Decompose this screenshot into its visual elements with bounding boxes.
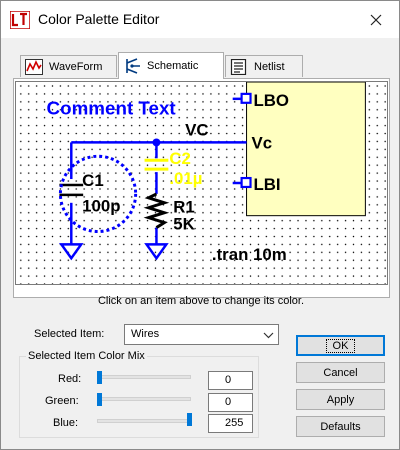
close-button[interactable] — [353, 1, 399, 38]
c2-value[interactable]: .01µ — [169, 169, 202, 188]
tab-netlist-label: Netlist — [254, 60, 285, 73]
net-label-vc[interactable]: VC — [185, 120, 208, 139]
apply-button[interactable]: Apply — [296, 389, 385, 410]
red-value-input[interactable]: 0 — [208, 371, 253, 390]
pin-label-lbi[interactable]: LBI — [253, 175, 280, 194]
wire-junction[interactable] — [152, 138, 161, 147]
pin-label-lbo[interactable]: LBO — [253, 91, 289, 110]
r1-value[interactable]: 5K — [173, 215, 195, 234]
pin-lbi[interactable] — [240, 176, 252, 189]
waveform-icon — [25, 58, 43, 75]
green-slider-track[interactable] — [97, 397, 191, 401]
green-slider-thumb[interactable] — [97, 393, 102, 406]
red-label: Red: — [58, 373, 82, 385]
window-title: Color Palette Editor — [38, 11, 160, 27]
cancel-button[interactable]: Cancel — [296, 362, 385, 383]
selected-item-dropdown[interactable]: Wires — [124, 324, 279, 345]
c1-reference[interactable]: C1 — [82, 171, 104, 190]
green-value-input[interactable]: 0 — [208, 393, 253, 412]
chevron-down-icon — [263, 332, 274, 339]
selected-item-label: Selected Item: — [34, 328, 105, 340]
selected-item-value: Wires — [131, 328, 160, 340]
blue-slider-thumb[interactable] — [187, 413, 192, 426]
blue-value-input[interactable]: 255 — [208, 414, 253, 433]
title-bar: Color Palette Editor — [1, 1, 399, 38]
ok-button[interactable]: OK — [296, 335, 385, 356]
red-slider-track[interactable] — [97, 375, 191, 379]
hint-text: Click on an item above to change its col… — [97, 295, 305, 307]
c1-value[interactable]: 100p — [82, 197, 120, 216]
tab-schematic[interactable]: Schematic — [118, 52, 224, 79]
green-label: Green: — [45, 395, 79, 407]
netlist-icon — [230, 58, 247, 75]
c2-reference[interactable]: C2 — [169, 149, 191, 168]
defaults-button[interactable]: Defaults — [296, 416, 385, 437]
spice-directive[interactable]: .tran 10m — [212, 245, 287, 264]
ok-button-label: OK — [325, 338, 356, 353]
tab-netlist[interactable]: Netlist — [225, 55, 303, 77]
tab-waveform[interactable]: WaveForm — [20, 55, 117, 77]
ltspice-app-icon — [10, 11, 30, 29]
schematic-icon — [126, 58, 140, 74]
close-icon — [370, 14, 382, 25]
tab-schematic-label: Schematic — [147, 60, 199, 72]
pin-lbo[interactable] — [240, 92, 252, 104]
schematic-preview[interactable]: Comment Text VC Vc LBO LBI C1 100p C2 .0… — [15, 81, 388, 285]
red-slider-thumb[interactable] — [97, 371, 102, 384]
pin-label-vc[interactable]: Vc — [252, 133, 273, 152]
comment-text[interactable]: Comment Text — [47, 98, 177, 119]
color-mix-title: Selected Item Color Mix — [26, 350, 147, 362]
blue-slider-track[interactable] — [97, 419, 191, 423]
color-palette-editor-dialog: Color Palette Editor WaveForm Schematic … — [0, 0, 400, 450]
tab-waveform-label: WaveForm — [49, 60, 103, 73]
blue-label: Blue: — [53, 417, 79, 429]
